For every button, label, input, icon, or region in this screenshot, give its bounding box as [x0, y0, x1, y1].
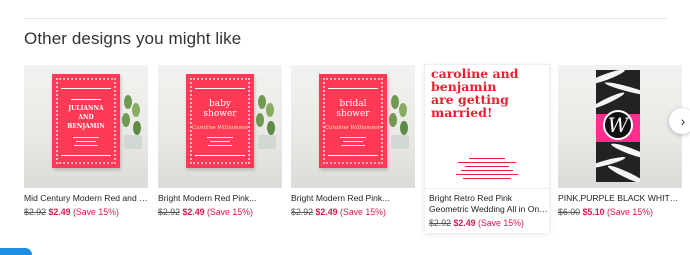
carousel-next-button[interactable]: › — [669, 108, 690, 134]
product-title[interactable]: PINK,PURPLE BLACK WHITE... — [558, 193, 682, 204]
floating-action-button[interactable] — [0, 248, 32, 255]
original-price: $2.92 — [429, 218, 452, 228]
product-image[interactable]: W — [558, 65, 682, 188]
original-price: $2.92 — [24, 207, 47, 217]
invitation-headline: caroline and benjamin are getting marrie… — [431, 66, 519, 120]
sale-price: $2.49 — [315, 207, 338, 217]
product-image[interactable]: bridal shower Caroline Williamson — [291, 65, 415, 188]
product-title[interactable]: Mid Century Modern Red and Pi... — [24, 193, 148, 204]
product-card[interactable]: JULIANNA AND BENJAMIN Mid Century Modern… — [24, 65, 148, 218]
original-price: $2.92 — [158, 207, 181, 217]
sale-price: $2.49 — [182, 207, 205, 217]
discount-label: (Save 15%) — [477, 218, 524, 228]
product-price: $2.92 $2.49 (Save 15%) — [425, 218, 549, 229]
invitation-card-art: baby shower Caroline Williamson — [186, 74, 254, 168]
invitation-card-art: JULIANNA AND BENJAMIN — [52, 74, 120, 168]
divider — [24, 18, 667, 19]
product-carousel: JULIANNA AND BENJAMIN Mid Century Modern… — [24, 65, 682, 235]
product-title[interactable]: Bright Modern Red Pink... — [291, 193, 415, 204]
discount-label: (Save 15%) — [339, 207, 386, 217]
product-price: $2.92 $2.49 (Save 15%) — [158, 207, 282, 218]
section-title: Other designs you might like — [24, 29, 242, 48]
invitation-card-art: bridal shower Caroline Williamson — [319, 74, 387, 168]
product-card[interactable]: bridal shower Caroline Williamson Bright… — [291, 65, 415, 218]
chevron-right-icon: › — [680, 113, 686, 129]
sale-price: $2.49 — [453, 218, 476, 228]
discount-label: (Save 15%) — [606, 207, 653, 217]
product-title[interactable]: Bright Modern Red Pink... — [158, 193, 282, 204]
invitation-details — [425, 155, 549, 179]
product-price: $2.92 $2.49 (Save 15%) — [24, 207, 148, 218]
discount-label: (Save 15%) — [72, 207, 119, 217]
product-card[interactable]: W PINK,PURPLE BLACK WHITE... $6.00 $5.10… — [558, 65, 682, 218]
product-price: $6.00 $5.10 (Save 15%) — [558, 207, 682, 218]
product-image[interactable]: JULIANNA AND BENJAMIN — [24, 65, 148, 188]
original-price: $2.92 — [291, 207, 314, 217]
product-card[interactable]: caroline and benjamin are getting marrie… — [425, 65, 549, 233]
product-image[interactable]: caroline and benjamin are getting marrie… — [425, 65, 549, 188]
product-price: $2.92 $2.49 (Save 15%) — [291, 207, 415, 218]
sale-price: $2.49 — [48, 207, 71, 217]
product-image[interactable]: baby shower Caroline Williamson — [158, 65, 282, 188]
zebra-print-card-art: W — [596, 70, 640, 182]
discount-label: (Save 15%) — [206, 207, 253, 217]
product-card[interactable]: baby shower Caroline Williamson Bright M… — [158, 65, 282, 218]
product-title[interactable]: Bright Retro Red Pink — [425, 193, 549, 204]
product-title-line2[interactable]: Geometric Wedding All in One... — [425, 204, 549, 215]
original-price: $6.00 — [558, 207, 581, 217]
monogram-letter: W — [603, 110, 633, 140]
sale-price: $5.10 — [582, 207, 605, 217]
